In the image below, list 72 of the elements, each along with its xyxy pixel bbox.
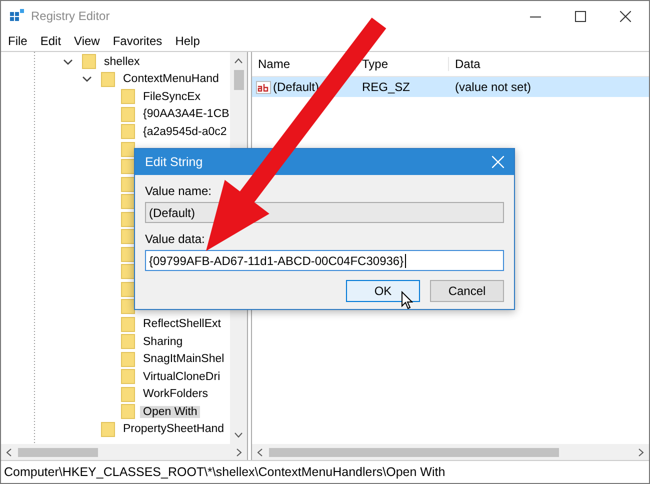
scroll-thumb[interactable]	[269, 448, 559, 456]
folder-icon	[121, 194, 135, 210]
menu-item[interactable]: View	[74, 34, 100, 48]
tree-item[interactable]: VirtualCloneDri	[140, 370, 224, 383]
scroll-left-icon[interactable]	[6, 448, 12, 456]
folder-icon	[121, 246, 135, 262]
folder-icon	[101, 72, 115, 87]
folder-icon	[121, 106, 135, 122]
collapse-chevron-icon[interactable]	[82, 74, 92, 84]
value-row[interactable]: (Default) REG_SZ (value not set)	[252, 77, 649, 97]
window-title: Registry Editor	[31, 9, 110, 23]
menu-item[interactable]: Favorites	[112, 34, 162, 48]
maximize-icon[interactable]	[575, 10, 586, 22]
folder-icon	[121, 212, 135, 227]
mouse-pointer-icon	[401, 291, 413, 310]
scroll-up-icon[interactable]	[234, 58, 243, 64]
folder-icon	[121, 299, 135, 314]
folder-icon	[121, 229, 135, 244]
tree-item[interactable]: {a2a9545d-a0c2	[140, 126, 230, 138]
tree-item[interactable]: ReflectShellExt	[140, 318, 224, 330]
tree-item[interactable]: WorkFolders	[140, 388, 211, 400]
registry-icon	[9, 8, 25, 24]
folder-icon	[121, 352, 135, 367]
menu-item[interactable]: Help	[175, 34, 200, 48]
scroll-down-icon[interactable]	[234, 432, 243, 438]
collapse-chevron-icon[interactable]	[63, 56, 73, 67]
horizontal-scrollbar[interactable]	[252, 444, 649, 460]
folder-icon	[121, 89, 135, 104]
folder-icon	[121, 176, 135, 192]
tree-item[interactable]: FileSyncEx	[140, 90, 204, 103]
horizontal-scrollbar[interactable]	[1, 444, 247, 460]
tree-item[interactable]: shellex	[101, 56, 143, 68]
tree-item[interactable]: SnagItMainShel	[140, 353, 228, 366]
scroll-thumb[interactable]	[18, 448, 98, 456]
status-path: Computer\HKEY_CLASSES_ROOT\*\shellex\ContextMenuHandlers\Open With	[4, 465, 446, 479]
folder-icon	[121, 334, 135, 350]
scroll-thumb[interactable]	[234, 70, 244, 90]
value-name: (Default)	[273, 80, 320, 94]
tree-item[interactable]: ContextMenuHand	[120, 73, 222, 86]
folder-icon	[121, 142, 135, 157]
cancel-button[interactable]: Cancel	[430, 280, 504, 302]
folder-icon	[101, 422, 115, 437]
tree-item[interactable]: PropertySheetHand	[120, 423, 228, 436]
scroll-left-icon[interactable]	[257, 448, 263, 456]
folder-icon	[121, 404, 135, 420]
close-icon[interactable]	[620, 10, 631, 22]
value-data: (value not set)	[454, 80, 532, 94]
folder-icon	[82, 54, 96, 70]
tree-item[interactable]: Sharing	[140, 336, 186, 348]
column-header[interactable]: Data	[455, 57, 480, 71]
folder-icon	[121, 282, 135, 297]
ok-button[interactable]: OK	[346, 280, 420, 302]
menu-item[interactable]: File	[8, 34, 28, 48]
scroll-right-icon[interactable]	[638, 448, 644, 456]
folder-icon	[121, 386, 135, 402]
folder-icon	[121, 264, 135, 280]
value-type: REG_SZ	[361, 80, 412, 94]
column-header[interactable]: Name	[258, 57, 290, 71]
scroll-right-icon[interactable]	[236, 448, 242, 456]
tree-item[interactable]: Open With	[140, 406, 200, 418]
field-label: Value data:	[145, 232, 206, 246]
string-value-icon	[256, 80, 271, 94]
folder-icon	[121, 316, 135, 332]
folder-icon	[121, 124, 135, 140]
value-data-field[interactable]: {09799AFB-AD67-11d1-ABCD-00C04FC30936}	[145, 250, 504, 271]
column-header[interactable]: Type	[362, 57, 388, 71]
menu-item[interactable]: Edit	[40, 34, 62, 48]
dialog-title: Edit String	[145, 155, 203, 169]
tree-item[interactable]: {90AA3A4E-1CB	[140, 108, 230, 120]
folder-icon	[121, 369, 135, 384]
folder-icon	[121, 159, 135, 174]
field-label: Value name:	[145, 184, 212, 198]
